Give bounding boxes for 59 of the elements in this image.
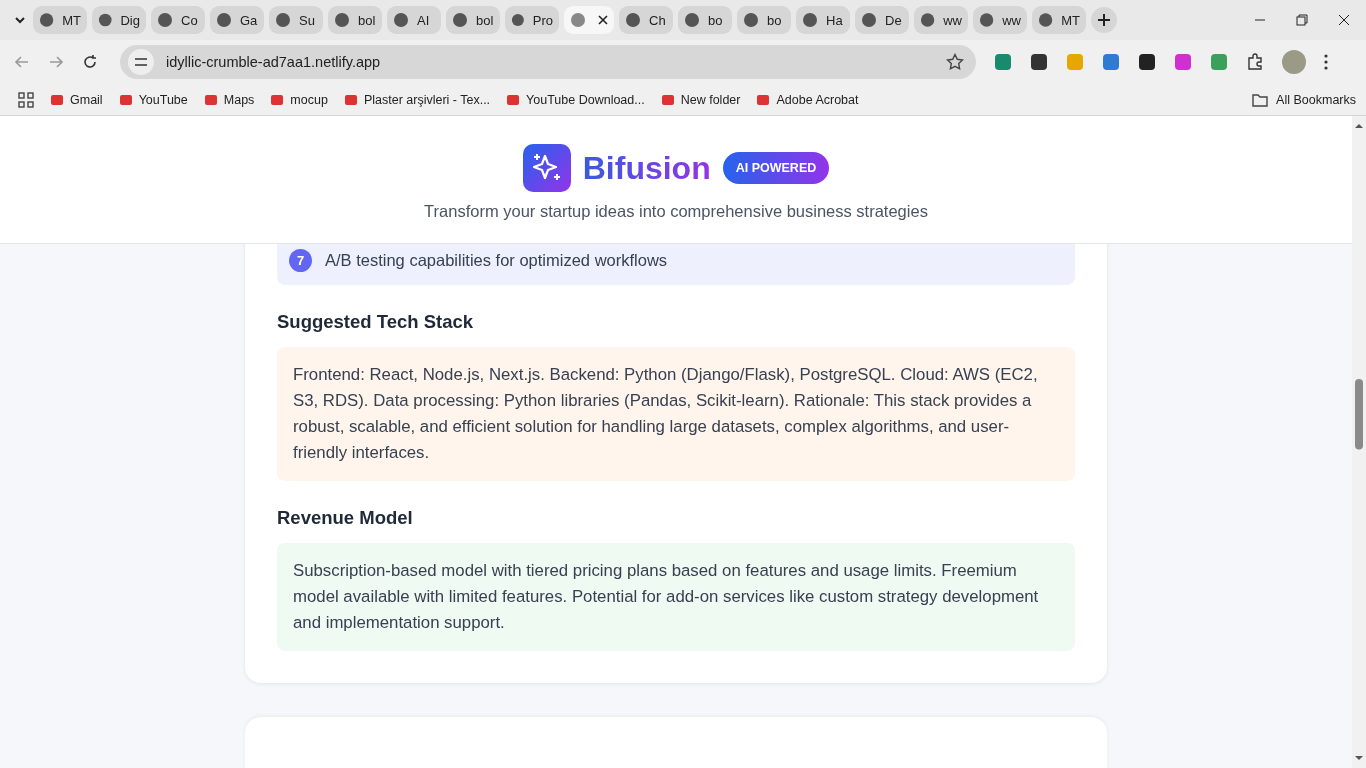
bookmark-link[interactable]: YouTube Download... [506,92,645,107]
browser-tab[interactable]: Su [269,6,323,34]
all-bookmarks-link[interactable]: All Bookmarks [1252,92,1356,107]
new-tab-icon[interactable] [1091,7,1117,33]
section-title: Suggested Tech Stack [277,311,475,333]
bookmark-icon [118,92,133,107]
browser-tab[interactable]: bo [737,6,791,34]
section-title: Revenue Model [277,507,414,529]
reload-icon[interactable] [82,54,98,70]
bookmark-link[interactable]: mocup [270,92,328,107]
browser-tab[interactable]: bo [678,6,732,34]
browser-tab[interactable]: ww [973,6,1027,34]
menu-icon[interactable] [1324,54,1328,70]
browser-tab[interactable]: bol [328,6,382,34]
bookmark-link[interactable]: Gmail [50,92,103,107]
browser-tab[interactable] [564,6,614,34]
bookmark-icon [506,92,521,107]
address-bar[interactable]: idyllic-crumble-ad7aa1.netlify.app [120,45,976,79]
browser-tab[interactable]: Co [151,6,205,34]
extension-icon[interactable] [1138,53,1156,71]
apps-icon[interactable] [18,91,34,108]
browser-tab[interactable]: Ga [210,6,264,34]
extension-icon[interactable] [1030,53,1048,71]
section-text: Subscription-based model with tiered pricing plans based on features and usage limits. Freemium model available with limited features. Potential for add-on services like custom strategy development and implementation support. [277,543,1075,651]
star-icon[interactable] [946,53,964,71]
restore-icon[interactable] [1296,14,1308,26]
bookmark-icon [660,92,675,107]
scrollbar[interactable] [1352,116,1366,768]
feature-text: A/B testing capabilities for optimized workflows [325,250,668,270]
folder-icon [1252,92,1269,107]
ai-badge: AI POWERED [722,152,830,184]
browser-tab[interactable]: Ha [796,6,850,34]
bookmark-icon [756,92,771,107]
number-badge: 7 [289,248,312,272]
browser-tab[interactable]: AI [387,6,441,34]
browser-tab[interactable]: MT [33,6,87,34]
browser-tab[interactable]: Ch [619,6,673,34]
browser-tab[interactable]: bol [446,6,500,34]
puzzle-icon[interactable] [1246,53,1264,71]
close-icon[interactable] [598,15,608,25]
section-text: Frontend: React, Node.js, Next.js. Backend: Python (Django/Flask), PostgreSQL. Cloud: AWS (EC2, S3, RDS). Data processing: Python libraries (Pandas, Scikit-learn). Rationale: This stack provides a robust, scalable, and efficient solution for handling large datasets, complex algorithms, and user-friendly interfaces. [277,347,1075,481]
close-icon[interactable] [1338,14,1350,26]
site-settings-icon[interactable] [128,49,154,75]
browser-tab[interactable]: Dig [92,6,146,34]
bookmark-link[interactable]: New folder [660,92,741,107]
bookmark-link[interactable]: Maps [203,92,255,107]
bookmark-icon [50,92,64,107]
browser-tab[interactable]: De [855,6,909,34]
bookmark-link[interactable]: YouTube [118,92,188,107]
sparkle-logo-icon [522,144,571,192]
tagline: Transform your startup ideas into comprehensive business strategies [424,202,928,221]
bookmark-link[interactable]: Plaster arşivleri - Tex... [343,92,491,107]
browser-tab[interactable]: MT [1032,6,1086,34]
browser-tab[interactable]: ww [914,6,968,34]
bookmark-icon [343,92,358,107]
bookmark-icon [203,92,218,107]
bookmark-icon [270,92,285,107]
browser-tab[interactable]: Pro [505,6,559,34]
bookmark-link[interactable]: Adobe Acrobat [756,92,859,107]
